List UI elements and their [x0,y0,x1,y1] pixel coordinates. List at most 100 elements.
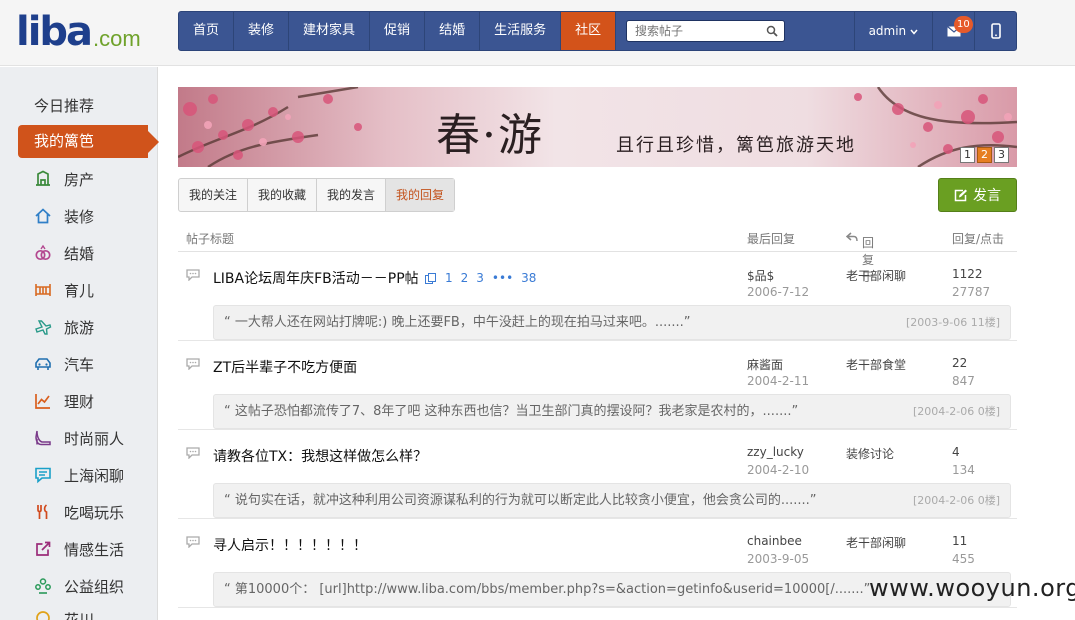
forum-name[interactable]: 老干部闲聊 [846,534,906,551]
col-counts: 回复/点击 [952,232,1005,246]
quote-text: “ 说句实在话，就冲这种利用公司资源谋私利的行为就可以断定此人比较贪小便宜，他会… [224,493,817,508]
post-title[interactable]: ZT后半辈子不吃方便面 [213,357,357,377]
nav-item-wedding[interactable]: 结婚 [425,12,481,50]
table-row[interactable]: LIBA论坛周年庆FB活动－－PP帖 1 2 3 ••• 38 $品$ 2006-7-12 老干… [178,253,1017,341]
tab-my-posts[interactable]: 我的发言 [317,179,387,211]
comment-icon [186,358,200,370]
col-title: 帖子标题 [186,232,235,246]
search-box [626,20,785,42]
page-link[interactable]: 1 [445,271,453,285]
nav-item-life-services[interactable]: 生活服务 [480,12,562,50]
sidebar-item-more[interactable]: 花川 [34,609,94,620]
nav-item-community[interactable]: 社区 [561,12,617,50]
nav-item-home[interactable]: 首页 [179,12,235,50]
sidebar-item-label: 花川 [64,611,95,620]
last-reply-user[interactable]: chainbee [747,534,802,548]
mobile-phone-icon [991,23,1001,39]
post-button-label: 发言 [973,188,1001,204]
user-menu[interactable]: admin [853,12,932,50]
nav-item-promotion[interactable]: 促销 [370,12,426,50]
main-nav: 首页 装修 建材家具 促销 结婚 生活服务 社区 admin 10 [178,11,1017,51]
col-last-reply: 最后回复 [747,232,796,246]
edit-icon [954,189,967,201]
search-input[interactable] [627,21,761,41]
reply-count: 11 [952,534,968,548]
post-title[interactable]: 寻人启示！！！！！！！ [213,535,367,555]
click-count: 134 [952,463,975,477]
mail-button[interactable]: 10 [932,12,974,50]
sidebar-item-auto[interactable]: 汽车 [34,352,94,376]
tab-favorites[interactable]: 我的收藏 [248,179,318,211]
search-icon[interactable] [766,25,778,37]
sidebar-item-shanghai-chat[interactable]: 上海闲聊 [34,463,124,487]
quote-text: “ 这帖子恐怕都流传了7、8年了吧 这种东西也信？当卫生部门真的摆设阿？我老家是… [224,404,799,419]
sidebar-item-charity[interactable]: 公益组织 [34,574,124,598]
reply-count: 1122 [952,267,983,281]
page-link[interactable]: 38 [521,271,536,285]
reply-quote[interactable]: “ 说句实在话，就冲这种利用公司资源谋私利的行为就可以断定此人比较贪小便宜，他会… [213,483,1011,518]
sidebar-item-label: 房产 [64,170,95,189]
sidebar-item-label: 上海闲聊 [64,466,125,485]
sidebar-item-label: 育儿 [64,281,95,300]
sidebar-item-wedding[interactable]: 结婚 [34,241,94,265]
banner[interactable]: 春·游 且行且珍惜，篱笆旅游天地 1 2 3 [178,87,1017,167]
comment-icon [186,447,200,459]
banner-subtitle: 且行且珍惜，篱笆旅游天地 [616,135,856,156]
reply-quote[interactable]: “ 这帖子恐怕都流传了7、8年了吧 这种东西也信？当卫生部门真的摆设阿？我老家是… [213,394,1011,429]
sidebar-item-decoration[interactable]: 装修 [34,204,94,228]
mobile-button[interactable] [974,12,1016,50]
quote-meta: [2004-2-06 0楼] [904,395,1000,428]
high-heel-icon [35,430,51,446]
page-link[interactable]: 3 [476,271,484,285]
sidebar-item-parenting[interactable]: 育儿 [34,278,94,302]
table-row[interactable]: ZT后半辈子不吃方便面 麻酱面 2004-2-11 老干部食堂 22 847 “ 这帖子恐怕… [178,342,1017,430]
sidebar-item-label: 结婚 [64,244,95,263]
forum-name[interactable]: 老干部闲聊 [846,267,906,284]
pages-icon [425,273,436,284]
comment-icon [186,269,200,281]
sidebar-item-finance[interactable]: 理财 [34,389,94,413]
sidebar-header[interactable]: 今日推荐 [34,95,94,116]
sidebar-item-travel[interactable]: 旅游 [34,315,94,339]
last-reply-user[interactable]: 麻酱面 [747,356,783,373]
sidebar-item-realestate[interactable]: 房产 [34,167,94,191]
banner-page-3[interactable]: 3 [994,147,1009,163]
reply-quote[interactable]: “ 一大帮人还在网站打牌呢:) 晚上还要FB，中午没赶上的现在拍马过来吧。...… [213,305,1011,340]
forum-name[interactable]: 老干部食堂 [846,356,906,373]
sidebar-item-fashion[interactable]: 时尚丽人 [34,426,124,450]
nav-item-building-furniture[interactable]: 建材家具 [289,12,371,50]
chevron-down-icon [910,29,918,35]
last-reply-user[interactable]: $品$ [747,267,774,284]
last-reply-user[interactable]: zzy_lucky [747,445,804,459]
table-row[interactable]: 请教各位TX：我想这样做怎么样？ zzy_lucky 2004-2-10 装修讨论 4 1… [178,431,1017,519]
chart-icon [35,394,50,409]
click-count: 847 [952,374,975,388]
banner-pager: 1 2 3 [960,147,1009,163]
sidebar-item-label: 公益组织 [64,577,125,596]
chat-bubble-icon [35,467,51,484]
nav-item-decoration[interactable]: 装修 [234,12,290,50]
banner-page-1[interactable]: 1 [960,147,975,163]
forum-name[interactable]: 装修讨论 [846,445,894,462]
car-icon [35,358,51,370]
post-title[interactable]: LIBA论坛周年庆FB活动－－PP帖 [213,268,419,288]
tab-following[interactable]: 我的关注 [179,179,249,211]
sidebar-item-food-fun[interactable]: 吃喝玩乐 [34,500,124,524]
sidebar-item-emotion[interactable]: 情感生活 [34,537,124,561]
logo-suffix: .com [93,26,141,51]
page-link[interactable]: ••• [492,271,513,285]
top-bar: liba .com 首页 装修 建材家具 促销 结婚 生活服务 社区 admin… [0,0,1075,66]
house-icon [36,170,50,186]
banner-page-2[interactable]: 2 [977,147,992,163]
site-logo[interactable]: liba .com [16,12,141,52]
tab-my-replies[interactable]: 我的回复 [386,179,455,211]
crib-icon [35,284,51,296]
post-button[interactable]: 发言 [938,178,1017,212]
page-link[interactable]: 2 [461,271,469,285]
plane-icon [35,320,52,335]
sidebar-item-my-liba[interactable]: 我的篱笆 [18,125,159,158]
banner-title: 春·游 [436,110,544,161]
click-count: 455 [952,552,975,566]
sidebar-item-label: 时尚丽人 [64,429,125,448]
post-title[interactable]: 请教各位TX：我想这样做怎么样？ [213,446,427,466]
